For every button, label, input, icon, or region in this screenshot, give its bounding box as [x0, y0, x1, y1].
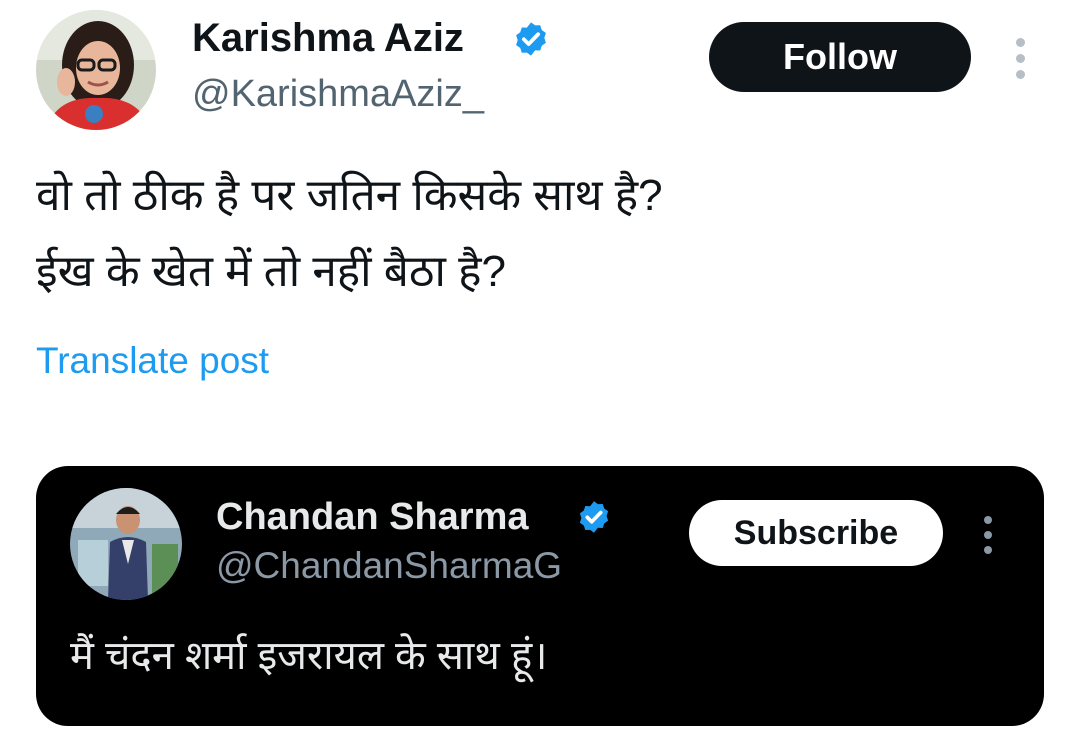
author-display-name[interactable]: Karishma Aziz — [192, 12, 464, 64]
dot — [1015, 70, 1025, 79]
dot — [1015, 54, 1025, 63]
dot — [984, 516, 992, 524]
more-vertical-icon[interactable] — [976, 516, 1000, 554]
verified-badge-icon — [579, 501, 609, 533]
quoted-author-display-name[interactable]: Chandan Sharma — [216, 492, 529, 542]
tweet-text-line: वो तो ठीक है पर जतिन किसके साथ है? — [36, 171, 663, 220]
quoted-author-avatar[interactable] — [70, 488, 182, 600]
dot — [1015, 38, 1025, 47]
dot — [984, 531, 992, 539]
follow-button[interactable]: Follow — [709, 22, 971, 92]
dot — [984, 546, 992, 554]
subscribe-button[interactable]: Subscribe — [689, 500, 943, 566]
quoted-post-card[interactable]: Chandan Sharma @ChandanSharmaG Subscribe… — [36, 466, 1044, 726]
quoted-author-handle[interactable]: @ChandanSharmaG — [216, 542, 562, 590]
quoted-post-text: मैं चंदन शर्मा इजरायल के साथ हूं। — [70, 634, 548, 678]
tweet-text: वो तो ठीक है पर जतिन किसके साथ है? ईख के… — [36, 158, 1036, 310]
verified-badge-icon — [516, 22, 546, 56]
tweet-text-line: ईख के खेत में तो नहीं बैठा है? — [36, 247, 506, 296]
more-vertical-icon[interactable] — [1008, 38, 1032, 79]
author-avatar[interactable] — [36, 10, 156, 130]
author-handle[interactable]: @KarishmaAziz_ — [192, 70, 484, 118]
translate-post-link[interactable]: Translate post — [36, 336, 269, 386]
